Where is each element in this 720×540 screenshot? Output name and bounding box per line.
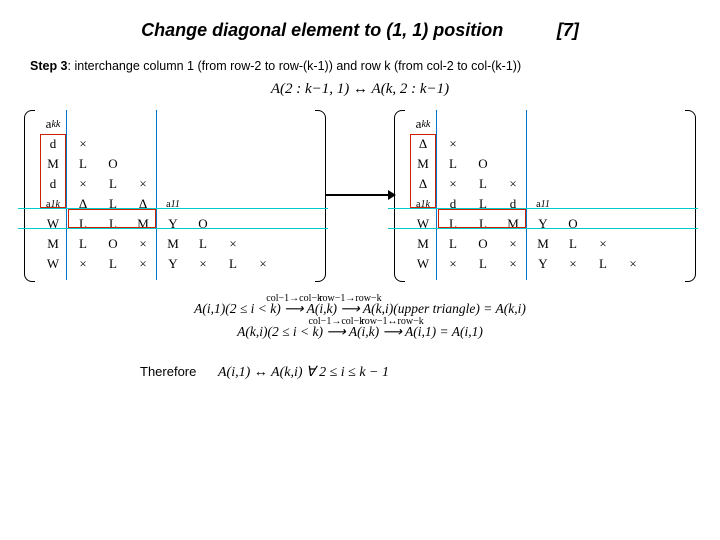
- hline-2: [18, 228, 328, 229]
- rowk-box-r: [438, 209, 526, 228]
- hline-1r: [388, 208, 698, 209]
- matrix-row: akk d× MLO d×L× a1kΔLΔa11 WLLMYO MLO×ML×…: [30, 110, 690, 280]
- vline-2r: [526, 110, 527, 280]
- left-matrix: akk d× MLO d×L× a1kΔLΔa11 WLLMYO MLO×ML×…: [30, 110, 320, 280]
- vline-1r: [436, 110, 437, 280]
- page-title: Change diagonal element to (1, 1) positi…: [141, 20, 503, 41]
- reference-marker: [7]: [557, 20, 579, 41]
- col1-box-r: [410, 134, 436, 208]
- vline-2: [156, 110, 157, 280]
- step-heading: Step 3: interchange column 1 (from row-2…: [30, 59, 690, 73]
- step-label: Step 3: [30, 59, 68, 73]
- arrow-icon: [325, 194, 395, 196]
- hline-1: [18, 208, 328, 209]
- vline-1: [66, 110, 67, 280]
- rowk-box: [68, 209, 156, 228]
- eq-derivation: A(i,1)(2 ≤ i < k) ⟶col−1→col−k A(i,k) ⟶r…: [30, 298, 690, 344]
- therefore-eq: A(i,1) ↔ A(k,i) ∀ 2 ≤ i ≤ k − 1: [218, 365, 389, 380]
- therefore-line: Therefore A(i,1) ↔ A(k,i) ∀ 2 ≤ i ≤ k − …: [140, 364, 690, 381]
- hline-2r: [388, 228, 698, 229]
- step-text: : interchange column 1 (from row-2 to ro…: [68, 59, 522, 73]
- right-matrix: akk Δ× MLO Δ×L× a1kdLda11 WLLMYO MLO×ML×…: [400, 110, 690, 280]
- therefore-label: Therefore: [140, 364, 196, 379]
- eq-top: A(2 : k−1, 1) ↔ A(k, 2 : k−1): [30, 81, 690, 98]
- col1-box: [40, 134, 66, 208]
